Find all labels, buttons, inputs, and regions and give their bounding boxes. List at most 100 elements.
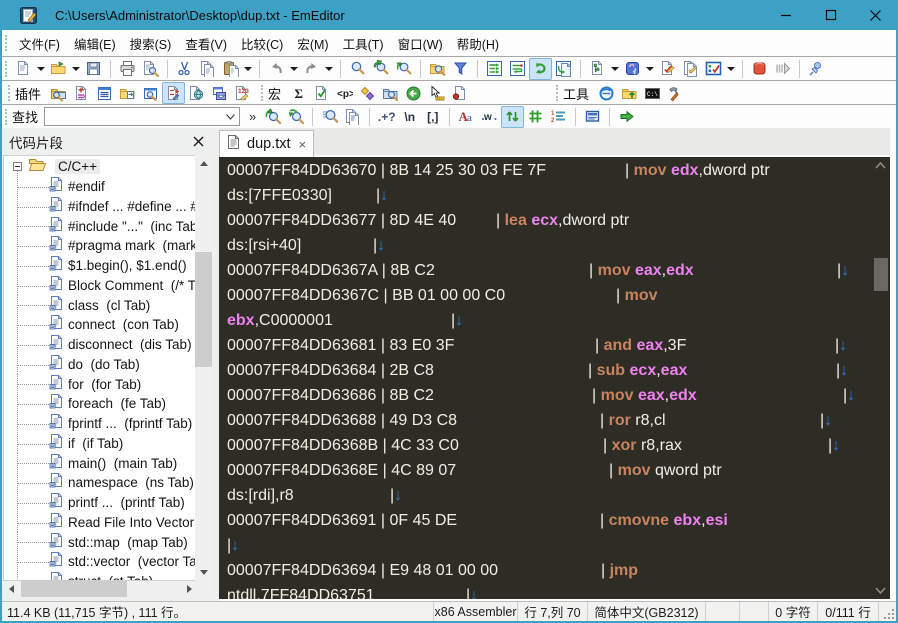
macro-symbols-button-icon[interactable]: [356, 82, 379, 104]
maximize-button[interactable]: [808, 0, 853, 30]
plugin-open-documents-button-icon[interactable]: [116, 82, 139, 104]
editor-scroll-up-button[interactable]: [871, 162, 890, 169]
outline-button-icon[interactable]: [586, 58, 609, 80]
run-button-icon[interactable]: [771, 58, 794, 80]
new-file-button-icon[interactable]: [12, 58, 35, 80]
undo-dropdown[interactable]: [288, 58, 300, 80]
macro-paragraph-button-icon[interactable]: <p>: [333, 82, 356, 104]
number-range-toggle-icon[interactable]: [,]: [421, 106, 444, 128]
open-dropdown[interactable]: [70, 58, 82, 80]
scroll-left-button[interactable]: [3, 581, 20, 597]
plugin-explorer-button-icon[interactable]: [47, 82, 70, 104]
tree-expander-minus[interactable]: [13, 162, 22, 172]
tree-item[interactable]: #include "..." (inc Tab: [4, 216, 195, 236]
macro-back-button-icon[interactable]: [402, 82, 425, 104]
tool-command-prompt-button-icon[interactable]: C:\: [641, 82, 664, 104]
toolbar-group-gripper[interactable]: [261, 85, 264, 101]
horizontal-scrollbar-thumb[interactable]: [21, 581, 127, 597]
highlight-all-toggle-icon[interactable]: [524, 106, 547, 128]
pin-button-icon[interactable]: [805, 58, 828, 80]
snippets-tree-vertical-scrollbar[interactable]: [195, 155, 212, 581]
tree-item[interactable]: fprintf ... (fprintf Tab): [4, 413, 195, 434]
minimize-button[interactable]: [763, 0, 808, 30]
toolbar-group-gripper[interactable]: [8, 85, 11, 101]
plugin-html-bar-button-icon[interactable]: [70, 82, 93, 104]
macro-log-button-icon[interactable]: [448, 82, 471, 104]
toolbar-group-gripper[interactable]: [556, 85, 559, 101]
resize-grip[interactable]: [879, 602, 896, 621]
tab-dup-txt[interactable]: dup.txt ×: [219, 130, 315, 157]
macro-check-button-icon[interactable]: [310, 82, 333, 104]
find-button-icon[interactable]: [346, 58, 369, 80]
menu-item-4[interactable]: 比较(C): [234, 34, 290, 53]
wrap-by-page-button-icon[interactable]: [552, 58, 575, 80]
copy-results-button-icon[interactable]: [341, 106, 364, 128]
menu-item-1[interactable]: 编辑(E): [67, 34, 123, 53]
menu-item-7[interactable]: 窗口(W): [391, 34, 450, 53]
tree-item[interactable]: #pragma mark (mark: [4, 236, 195, 256]
macro-sum-button-icon[interactable]: Σ: [287, 82, 310, 104]
tree-item[interactable]: connect (con Tab): [4, 315, 195, 335]
tree-item[interactable]: printf ... (printf Tab): [4, 492, 195, 513]
editor-scrollbar-thumb[interactable]: [874, 258, 888, 291]
editor-vertical-scrollbar[interactable]: [871, 157, 890, 599]
paste-dropdown[interactable]: [242, 58, 254, 80]
tree-item[interactable]: if (if Tab): [4, 433, 195, 454]
find-next-occurrence-button-icon[interactable]: [284, 106, 307, 128]
macro-select-tool-button-icon[interactable]: [425, 82, 448, 104]
match-case-toggle-icon[interactable]: Aa: [455, 106, 478, 128]
find-previous-occurrence-button-icon[interactable]: [261, 106, 284, 128]
screen-options-button-icon[interactable]: [581, 106, 604, 128]
scroll-right-button[interactable]: [181, 581, 198, 597]
syntax-config-button-icon[interactable]: [621, 58, 644, 80]
tool-build-button-icon[interactable]: [664, 82, 687, 104]
tree-item[interactable]: disconnect (dis Tab): [4, 334, 195, 355]
snippets-panel-close-button[interactable]: [187, 132, 209, 152]
find-combobox-dropdown[interactable]: [221, 108, 239, 125]
wrap-by-characters-button-icon[interactable]: [506, 58, 529, 80]
tree-item[interactable]: #endif: [4, 176, 195, 197]
tree-item[interactable]: do (do Tab): [4, 354, 195, 375]
tool-internet-explorer-button-icon[interactable]: [595, 82, 618, 104]
tree-item[interactable]: #ifndef ... #define ... #: [4, 196, 195, 217]
menu-item-6[interactable]: 工具(T): [336, 34, 391, 53]
scroll-down-button[interactable]: [195, 564, 212, 581]
macro-search-button-icon[interactable]: [379, 82, 402, 104]
select-macro-button-icon[interactable]: [702, 58, 725, 80]
record-macro-button-icon[interactable]: [656, 58, 679, 80]
main-toolbar-gripper[interactable]: [5, 60, 8, 77]
copy-button-icon[interactable]: [196, 58, 219, 80]
menu-item-8[interactable]: 帮助(H): [450, 34, 506, 53]
plugin-search-button-icon[interactable]: [139, 82, 162, 104]
menu-item-2[interactable]: 搜索(S): [123, 34, 179, 53]
plugin-projects-button-icon[interactable]: [208, 82, 231, 104]
cut-button-icon[interactable]: [173, 58, 196, 80]
find-combobox[interactable]: [44, 107, 241, 126]
find-all-button-icon[interactable]: [318, 106, 341, 128]
run-macro-button-icon[interactable]: [679, 58, 702, 80]
find-input[interactable]: [45, 109, 222, 124]
plugin-snippets-button-icon[interactable]: [162, 82, 186, 104]
vertical-scrollbar-thumb[interactable]: [195, 252, 212, 367]
plugin-outline-button-icon[interactable]: [93, 82, 116, 104]
menu-bar-gripper[interactable]: [5, 35, 8, 51]
tool-export-button-icon[interactable]: [618, 82, 641, 104]
tree-item[interactable]: class (cl Tab): [4, 295, 195, 315]
new-file-dropdown[interactable]: [35, 58, 47, 80]
tree-item[interactable]: namespace (ns Tab): [4, 473, 195, 493]
select-macro-dropdown[interactable]: [725, 58, 737, 80]
find-previous-button-icon[interactable]: [392, 58, 415, 80]
editor-scroll-down-button[interactable]: [871, 587, 890, 594]
menu-item-0[interactable]: 文件(F): [12, 34, 67, 53]
snippets-tree-horizontal-scrollbar[interactable]: [3, 581, 212, 597]
scroll-up-button[interactable]: [195, 155, 212, 172]
find-in-files-button-icon[interactable]: [426, 58, 449, 80]
menu-item-5[interactable]: 宏(M): [290, 34, 335, 53]
close-button[interactable]: [853, 0, 898, 30]
tree-item[interactable]: $1.begin(), $1.end() (b: [4, 255, 195, 276]
tree-item[interactable]: Block Comment (/* Ta: [4, 275, 195, 296]
plugin-word-count-button-icon[interactable]: 123: [231, 82, 254, 104]
find-bar-gripper[interactable]: [5, 108, 8, 125]
save-button-icon[interactable]: [82, 58, 105, 80]
find-bar-overflow-chevron[interactable]: »: [244, 109, 261, 124]
